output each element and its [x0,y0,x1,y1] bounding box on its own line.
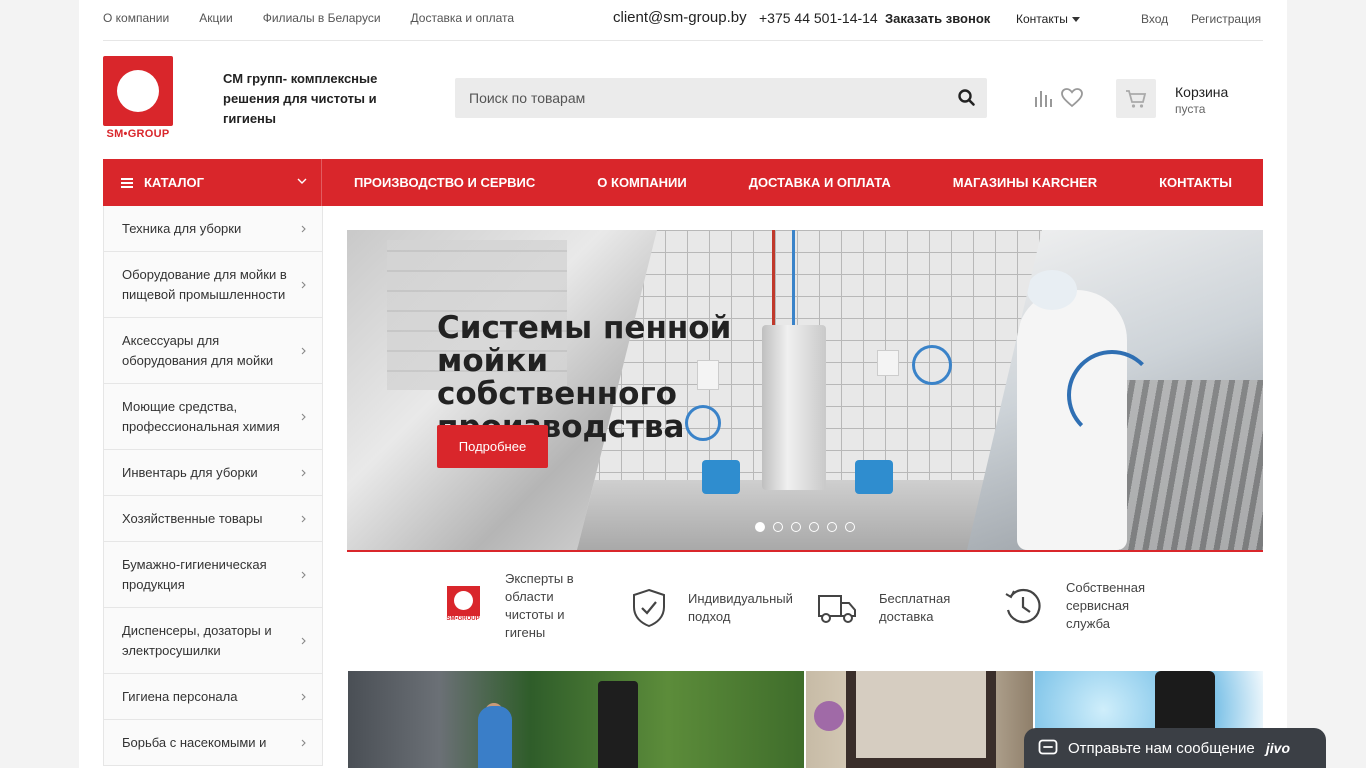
sidebar-item-label: Борьба с насекомыми и [122,735,267,750]
contact-email-link[interactable]: client@sm-group.by [613,9,747,26]
chevron-down-icon [297,178,307,184]
hero-banner[interactable]: Системы пенной мойки собственного произв… [347,230,1263,552]
sidebar-item-paper-hygiene[interactable]: Бумажно-гигиеническая продукция [104,542,322,608]
sidebar-item-household-goods[interactable]: Хозяйственные товары [104,496,322,542]
slider-dots [755,522,855,532]
chevron-right-icon [301,413,306,420]
top-link-promotions[interactable]: Акции [199,11,233,25]
contact-phone-link[interactable]: +375 44 501-14-14 [759,10,878,26]
feature-service-text: Собственная сервисная служба [1066,580,1145,631]
register-link[interactable]: Регистрация [1191,12,1261,26]
nav-item-contacts[interactable]: КОНТАКТЫ [1159,175,1232,190]
nav-item-about[interactable]: О КОМПАНИИ [597,175,686,190]
sidebar-item-label: Инвентарь для уборки [122,465,258,480]
sidebar-item-label: Бумажно-гигиеническая продукция [122,557,267,592]
promo-tile-pressure-washer[interactable] [348,671,804,768]
chevron-right-icon [301,225,306,232]
main-navigation: КАТАЛОГ ПРОИЗВОДСТВО И СЕРВИС О КОМПАНИИ… [103,159,1263,206]
chat-widget[interactable]: Отправьте нам сообщение jivo [1024,728,1326,768]
slider-dot[interactable] [773,522,783,532]
contacts-dropdown-label: Контакты [1016,12,1068,26]
sidebar-item-dispensers[interactable]: Диспенсеры, дозаторы и электросушилки [104,608,322,674]
top-links: О компании Акции Филиалы в Беларуси Дост… [103,11,514,25]
features-row: SM•GROUP Эксперты в области чистоты и ги… [347,570,1263,650]
chevron-right-icon [301,637,306,644]
search-icon[interactable] [957,88,977,108]
chat-brand-logo: jivo [1265,740,1290,756]
feature-individual-text: Индивидуальный подход [688,591,793,624]
slider-dot[interactable] [827,522,837,532]
slider-dot[interactable] [791,522,801,532]
callback-link[interactable]: Заказать звонок [885,11,990,26]
chevron-right-icon [301,739,306,746]
cart-button[interactable] [1116,79,1156,118]
chat-widget-label: Отправьте нам сообщение [1068,739,1255,757]
sidebar-item-label: Оборудование для мойки в пищевой промышл… [122,267,287,302]
top-link-branches[interactable]: Филиалы в Беларуси [263,11,381,25]
compare-icon[interactable] [1033,88,1053,108]
sidebar-item-label: Гигиена персонала [122,689,238,704]
sidebar-item-detergents[interactable]: Моющие средства, профессиональная химия [104,384,322,450]
search-bar [455,78,987,118]
catalog-label: КАТАЛОГ [144,175,204,190]
feature-delivery: Бесплатная доставка [817,588,969,628]
sidebar-item-cleaning-tools[interactable]: Инвентарь для уборки [104,450,322,496]
promo-tile-interior[interactable] [806,671,1033,768]
sidebar-item-label: Моющие средства, профессиональная химия [122,399,280,434]
sm-group-logo-icon: SM•GROUP [445,586,481,626]
slider-dot[interactable] [845,522,855,532]
chat-bubble-icon [1038,739,1058,755]
feature-service: Собственная сервисная служба [1003,579,1166,633]
caret-down-icon [1071,16,1080,22]
feature-delivery-text: Бесплатная доставка [879,591,951,624]
chevron-right-icon [301,515,306,522]
contacts-dropdown[interactable]: Контакты [1016,12,1080,26]
nav-item-production[interactable]: ПРОИЗВОДСТВО И СЕРВИС [354,175,535,190]
menu-icon [121,177,133,188]
sidebar-item-label: Диспенсеры, дозаторы и электросушилки [122,623,272,658]
sidebar-item-pest-control[interactable]: Борьба с насекомыми и [104,720,322,766]
sidebar-item-food-industry-washing[interactable]: Оборудование для мойки в пищевой промышл… [104,252,322,318]
login-link[interactable]: Вход [1141,12,1168,26]
feature-experts-text: Эксперты в области чистоты и гигены [505,571,574,640]
top-link-delivery[interactable]: Доставка и оплата [411,11,515,25]
top-link-about[interactable]: О компании [103,11,169,25]
sidebar-item-washing-accessories[interactable]: Аксессуары для оборудования для мойки [104,318,322,384]
page: О компании Акции Филиалы в Беларуси Дост… [79,0,1287,768]
sidebar-item-label: Техника для уборки [122,221,242,236]
chevron-right-icon [301,347,306,354]
top-bar: О компании Акции Филиалы в Беларуси Дост… [103,0,1263,41]
nav-items: ПРОИЗВОДСТВО И СЕРВИС О КОМПАНИИ ДОСТАВК… [323,159,1263,206]
banner-more-button[interactable]: Подробнее [437,425,548,468]
sidebar-item-label: Аксессуары для оборудования для мойки [122,333,274,368]
feature-individual: Индивидуальный подход [631,588,808,628]
chevron-right-icon [301,469,306,476]
truck-icon [817,588,857,628]
chevron-right-icon [301,281,306,288]
sidebar-item-label: Хозяйственные товары [122,511,263,526]
logo-text: SM•GROUP [106,128,170,140]
shield-check-icon [631,588,667,628]
logo-mark [103,56,173,126]
heart-icon[interactable] [1061,88,1083,108]
chevron-right-icon [301,693,306,700]
cart-status: пуста [1175,102,1206,116]
sm-group-logo[interactable]: SM•GROUP [103,56,173,140]
feature-experts: SM•GROUP Эксперты в области чистоты и ги… [445,570,595,642]
cart-title[interactable]: Корзина [1175,84,1228,100]
catalog-button[interactable]: КАТАЛОГ [103,159,322,206]
nav-item-karcher[interactable]: МАГАЗИНЫ KARCHER [953,175,1097,190]
catalog-sidebar: Техника для уборки Оборудование для мойк… [103,206,323,766]
chevron-right-icon [301,571,306,578]
cart-icon [1126,89,1147,108]
slider-dot[interactable] [809,522,819,532]
sidebar-item-cleaning-equipment[interactable]: Техника для уборки [104,206,322,252]
slider-dot[interactable] [755,522,765,532]
search-input[interactable] [455,78,935,118]
site-tagline: СМ групп- комплексные решения для чистот… [223,71,378,126]
nav-item-delivery[interactable]: ДОСТАВКА И ОПЛАТА [749,175,891,190]
sidebar-item-personal-hygiene[interactable]: Гигиена персонала [104,674,322,720]
clock-history-icon [1003,586,1043,626]
